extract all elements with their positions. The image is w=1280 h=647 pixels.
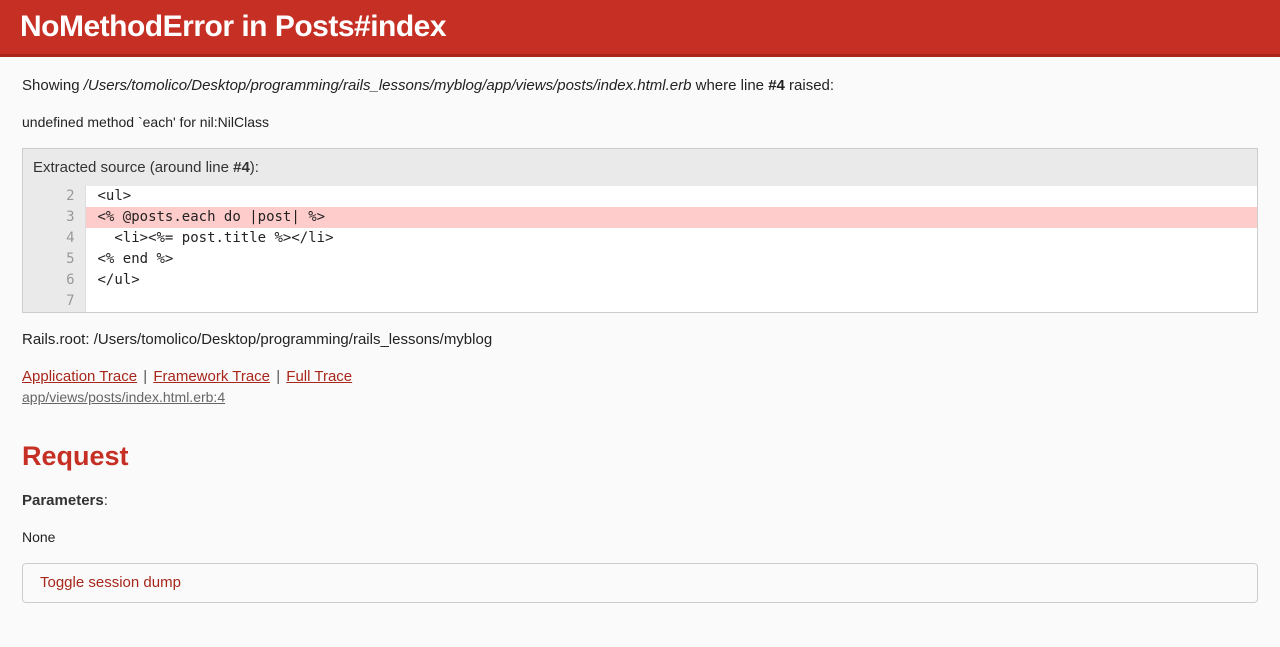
trace-file-link[interactable]: app/views/posts/index.html.erb:4 xyxy=(22,389,225,405)
showing-line: Showing /Users/tomolico/Desktop/programm… xyxy=(22,77,1258,94)
file-path: /Users/tomolico/Desktop/programming/rail… xyxy=(84,77,692,94)
line-number: 4 xyxy=(23,228,85,249)
line-numbers-col: 234567 xyxy=(23,186,85,312)
parameters-label: Parameters: xyxy=(22,492,1258,509)
code-lines-col: <ul><% @posts.each do |post| %> <li><%= … xyxy=(85,186,1257,312)
toggle-session-dump-box: Toggle session dump xyxy=(22,563,1258,603)
code-line: <ul> xyxy=(86,186,1258,207)
code-line: <% @posts.each do |post| %> xyxy=(86,207,1258,228)
code-line: <% end %> xyxy=(86,249,1258,270)
trace-line: app/views/posts/index.html.erb:4 xyxy=(22,389,1258,405)
line-number: 2 xyxy=(23,186,85,207)
error-header: NoMethodError in Posts#index xyxy=(0,0,1280,57)
line-number: 6 xyxy=(23,270,85,291)
line-number: 3 xyxy=(23,207,85,228)
toggle-session-dump-link[interactable]: Toggle session dump xyxy=(40,574,181,591)
full-trace-link[interactable]: Full Trace xyxy=(286,368,352,385)
extracted-source-box: Extracted source (around line #4): 23456… xyxy=(22,148,1258,313)
line-number: 5 xyxy=(23,249,85,270)
rails-root: Rails.root: /Users/tomolico/Desktop/prog… xyxy=(22,331,1258,348)
request-heading: Request xyxy=(22,441,1258,472)
application-trace-link[interactable]: Application Trace xyxy=(22,368,137,385)
framework-trace-link[interactable]: Framework Trace xyxy=(153,368,270,385)
error-title: NoMethodError in Posts#index xyxy=(20,10,1260,44)
trace-links: Application Trace | Framework Trace | Fu… xyxy=(22,368,1258,385)
code-line: </ul> xyxy=(86,270,1258,291)
extracted-source-header: Extracted source (around line #4): xyxy=(23,149,1257,186)
code-line: <li><%= post.title %></li> xyxy=(86,228,1258,249)
error-content: Showing /Users/tomolico/Desktop/programm… xyxy=(0,57,1280,631)
error-line-number: #4 xyxy=(768,77,785,94)
error-message: undefined method `each' for nil:NilClass xyxy=(22,114,1258,130)
line-number: 7 xyxy=(23,291,85,312)
parameters-value: None xyxy=(22,529,1258,545)
source-table: 234567 <ul><% @posts.each do |post| %> <… xyxy=(23,186,1257,312)
